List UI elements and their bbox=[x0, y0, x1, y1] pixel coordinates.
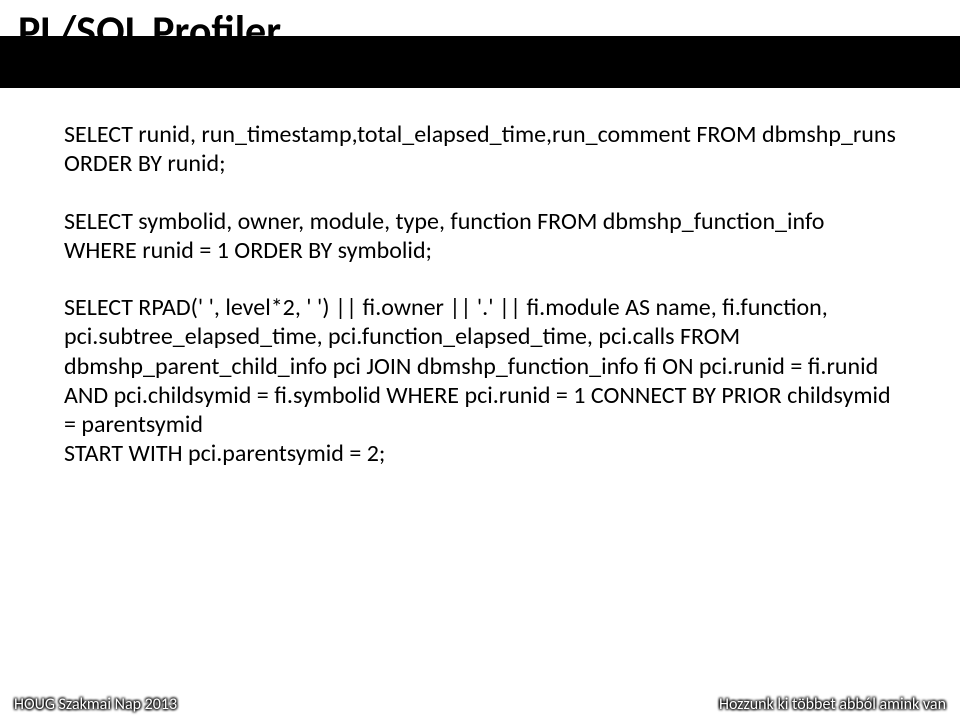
footer-left: HOUG Szakmai Nap 2013 bbox=[14, 695, 177, 714]
slide: PL/SQL Profiler SELECT runid, run_timest… bbox=[0, 0, 960, 720]
slide-title: PL/SQL Profiler bbox=[18, 6, 281, 57]
sql-paragraph-2: SELECT symbolid, owner, module, type, fu… bbox=[64, 207, 896, 266]
footer-right: Hozzunk ki többet abból amink van bbox=[719, 695, 946, 714]
body-content: SELECT runid, run_timestamp,total_elapse… bbox=[64, 120, 896, 497]
sql-paragraph-3: SELECT RPAD(' ', level*2, ' ') || fi.own… bbox=[64, 293, 896, 469]
sql-paragraph-1: SELECT runid, run_timestamp,total_elapse… bbox=[64, 120, 896, 179]
